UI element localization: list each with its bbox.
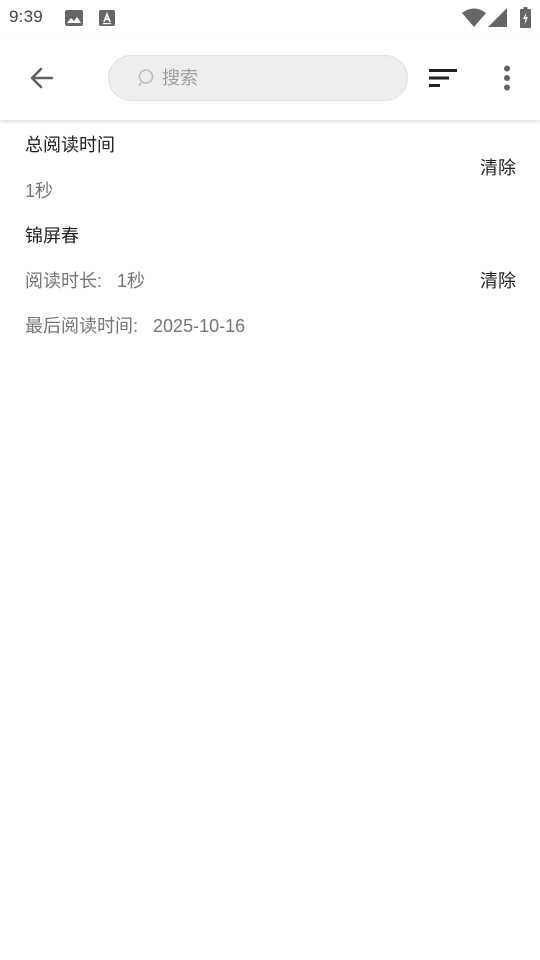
- back-button[interactable]: [20, 56, 64, 100]
- sort-button[interactable]: [420, 56, 466, 100]
- clear-book-button[interactable]: 清除: [480, 267, 516, 293]
- last-read-row: 最后阅读时间: 2025-10-16: [25, 312, 245, 338]
- battery-charging-icon: [520, 7, 531, 33]
- wifi-icon: [462, 8, 486, 32]
- sort-icon: [429, 68, 457, 88]
- image-icon: [65, 10, 83, 31]
- total-read-time-title: 总阅读时间: [25, 135, 115, 155]
- clear-all-button[interactable]: 清除: [480, 154, 516, 180]
- toolbar: [0, 36, 540, 120]
- read-duration-value: 1秒: [117, 271, 146, 291]
- last-read-label: 最后阅读时间:: [25, 316, 139, 336]
- status-bar: 9:39: [0, 0, 540, 36]
- read-records-list: 总阅读时间 1秒 清除 锦屏春 阅读时长: 1秒 最后阅读时间: 2025-10…: [0, 120, 540, 440]
- status-time: 9:39: [9, 7, 43, 26]
- list-item[interactable]: 锦屏春 阅读时长: 1秒 最后阅读时间: 2025-10-16 清除: [0, 212, 540, 440]
- search-input[interactable]: [162, 67, 382, 89]
- read-duration-label: 阅读时长:: [25, 271, 103, 291]
- last-read-value: 2025-10-16: [153, 316, 246, 336]
- arrow-back-icon: [28, 64, 56, 92]
- read-duration-row: 阅读时长: 1秒: [25, 267, 145, 293]
- signal-icon: [488, 8, 507, 32]
- more-options-button[interactable]: [486, 56, 528, 100]
- total-read-time: 总阅读时间 1秒 清除: [0, 120, 540, 212]
- more-vert-icon: [503, 65, 511, 91]
- search-icon: [137, 68, 157, 88]
- a-badge-icon: [99, 10, 115, 31]
- book-title: 锦屏春: [25, 226, 79, 246]
- total-read-time-value: 1秒: [25, 181, 54, 201]
- search-box[interactable]: [108, 55, 408, 101]
